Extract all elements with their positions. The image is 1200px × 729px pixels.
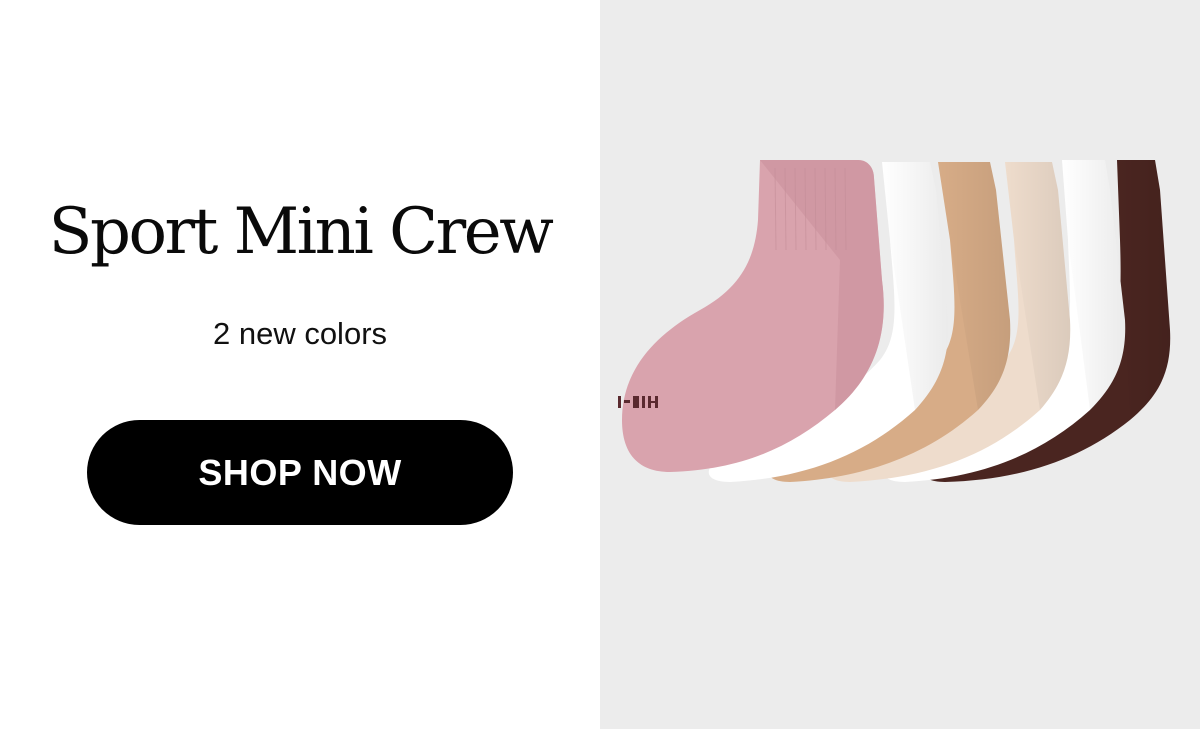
- promo-banner: Sport Mini Crew 2 new colors SHOP NOW: [0, 0, 1200, 729]
- socks-product-image: [618, 160, 1171, 482]
- product-image-panel[interactable]: [600, 0, 1200, 729]
- product-title: Sport Mini Crew: [48, 195, 554, 269]
- product-subtitle: 2 new colors: [212, 316, 388, 351]
- promo-text-panel: Sport Mini Crew 2 new colors SHOP NOW: [0, 0, 600, 729]
- shop-now-button[interactable]: SHOP NOW: [87, 420, 513, 525]
